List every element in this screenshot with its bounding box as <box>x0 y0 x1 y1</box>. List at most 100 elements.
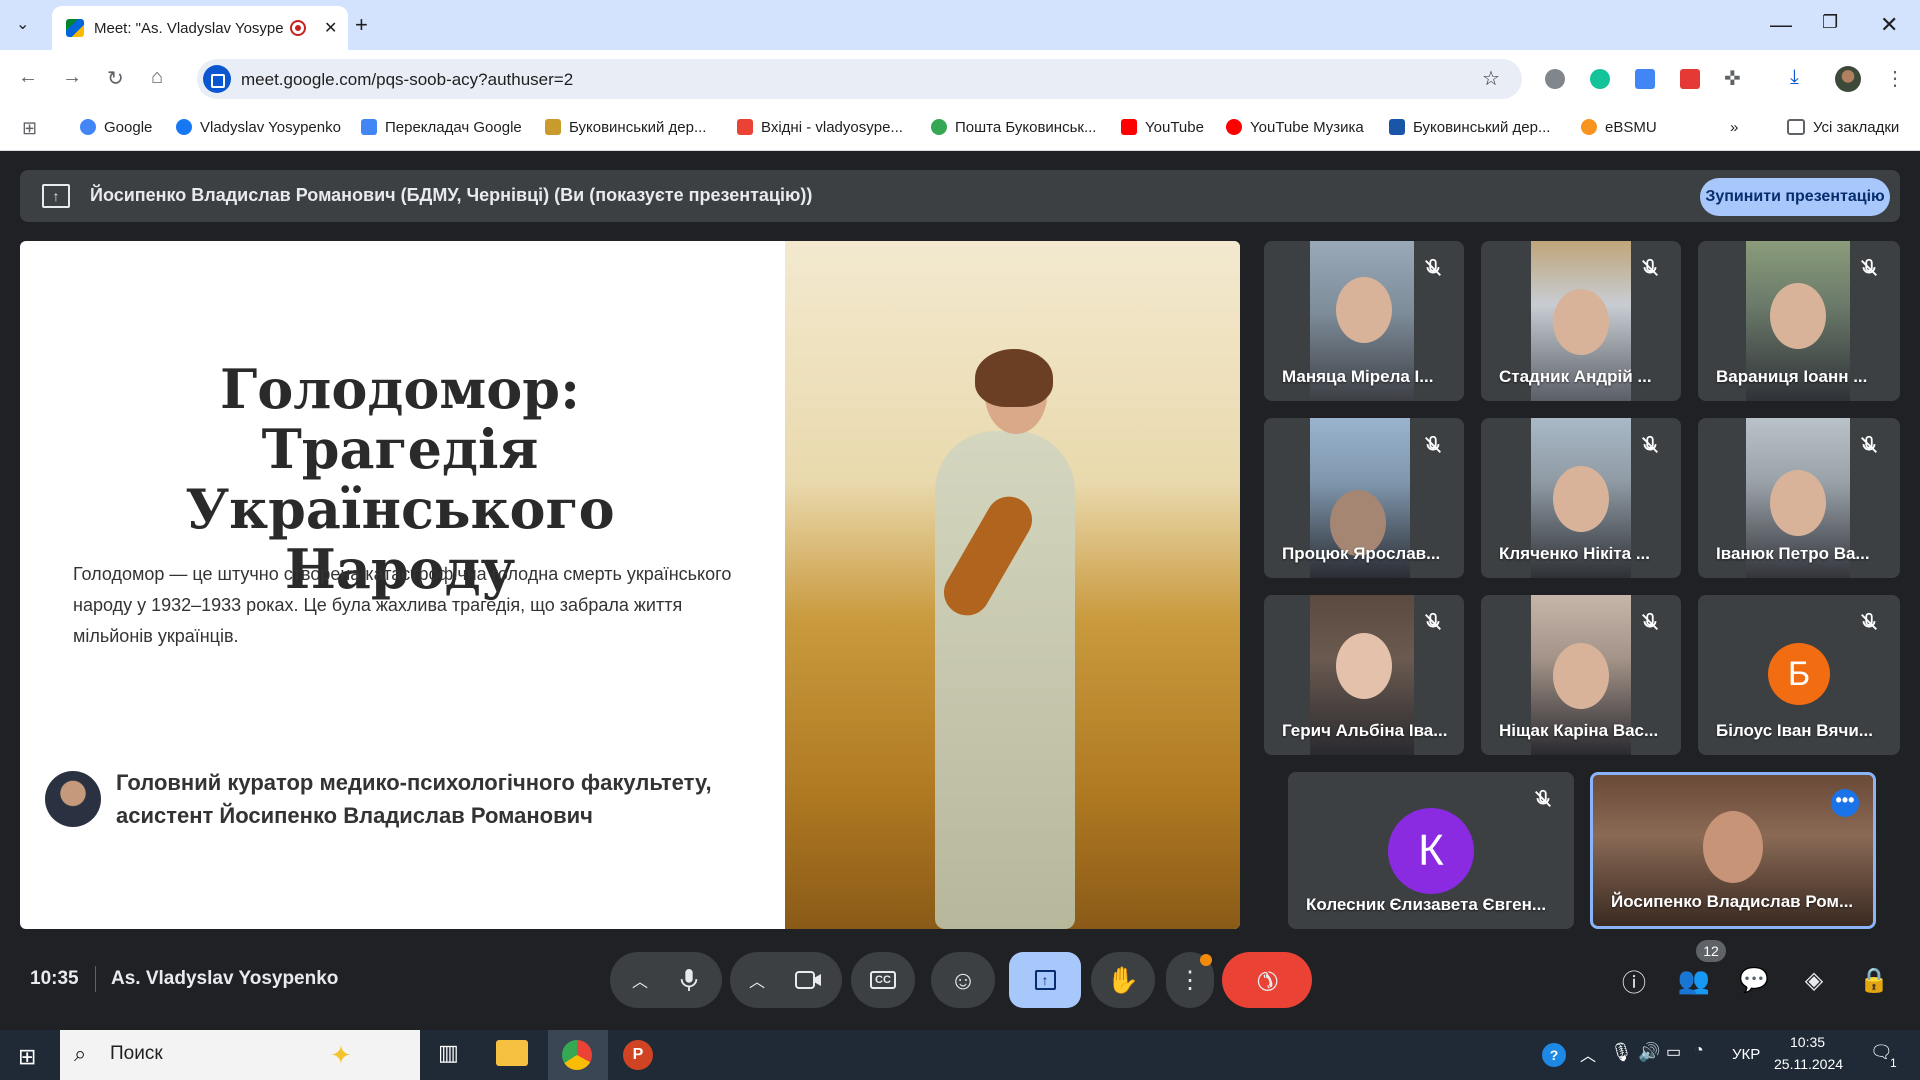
tray-chevron-icon[interactable]: ︿ <box>1580 1042 1596 1066</box>
meeting-time: 10:35 <box>30 968 79 989</box>
mic-off-icon <box>1861 435 1877 453</box>
more-options-icon[interactable]: ••• <box>1831 789 1859 817</box>
bookmark-google[interactable]: Google <box>80 116 152 138</box>
bookmark-gmail[interactable]: Вхідні - vladyosype... <box>737 116 903 138</box>
leave-call-button[interactable]: ✆ <box>1222 952 1312 1008</box>
home-icon[interactable]: ⌂ <box>151 66 163 89</box>
activities-icon[interactable]: ◈ <box>1796 962 1832 998</box>
participant-tile[interactable]: Вараниця Іоанн ... <box>1698 241 1900 401</box>
participant-tile[interactable]: Стадник Андрій ... <box>1481 241 1681 401</box>
participant-name: Йосипенко Владислав Ром... <box>1611 892 1854 911</box>
stop-presenting-button[interactable]: Зупинити презентацію <box>1700 178 1890 216</box>
mic-off-icon <box>1861 612 1877 630</box>
participant-name: Маняца Мірела І... <box>1282 367 1434 386</box>
bookmark-youtube-music[interactable]: YouTube Музика <box>1226 116 1364 138</box>
participant-tile[interactable]: Іванюк Петро Ва... <box>1698 418 1900 578</box>
task-view-icon[interactable]: ▥ <box>438 1040 459 1066</box>
bookmark-ebsmu[interactable]: eBSMU <box>1581 116 1657 138</box>
restore-icon[interactable]: ❐ <box>1822 12 1838 33</box>
site-info-icon[interactable] <box>203 65 231 93</box>
close-tab-icon[interactable]: ✕ <box>324 18 337 38</box>
pdf-extension-icon[interactable] <box>1680 69 1700 89</box>
camera-control[interactable]: ︿ <box>730 952 842 1008</box>
tab-search-icon[interactable]: ⌄ <box>16 14 29 34</box>
chat-icon[interactable]: 💬 <box>1736 962 1772 998</box>
bookmark-facebook[interactable]: Vladyslav Yosypenko <box>176 116 341 138</box>
bookmark-star-icon[interactable]: ☆ <box>1482 66 1500 91</box>
participant-tile[interactable]: Б Білоус Іван Вячи... <box>1698 595 1900 755</box>
search-icon: ⌕ <box>74 1041 87 1066</box>
apps-icon[interactable]: ⊞ <box>22 118 37 139</box>
raise-hand-button[interactable]: ✋ <box>1091 952 1155 1008</box>
chevron-up-icon[interactable]: ︿ <box>749 968 765 992</box>
profile-avatar[interactable] <box>1835 66 1861 92</box>
browser-tab[interactable]: Meet: "As. Vladyslav Yosype ✕ <box>52 6 348 50</box>
participant-tile[interactable]: К Колесник Єлизавета Євген... <box>1288 772 1574 929</box>
bookmark-mail[interactable]: Пошта Буковинськ... <box>931 116 1096 138</box>
participant-name: Білоус Іван Вячи... <box>1716 721 1873 740</box>
meeting-name: As. Vladyslav Yosypenko <box>111 968 339 989</box>
volume-icon[interactable]: 🔊 <box>1638 1042 1660 1063</box>
tray-clock[interactable]: 10:35 <box>1790 1034 1825 1050</box>
participant-name: Колесник Єлизавета Євген... <box>1306 895 1547 914</box>
participant-tile[interactable]: Кляченко Нікіта ... <box>1481 418 1681 578</box>
tray-mic-icon[interactable]: 🎙 <box>1610 1042 1633 1063</box>
url-text[interactable]: meet.google.com/pqs-soob-acy?authuser=2 <box>241 70 573 90</box>
vpn-extension-icon[interactable] <box>1545 69 1565 89</box>
more-options-button[interactable]: ⋮ <box>1166 952 1214 1008</box>
mic-off-icon <box>1861 258 1877 276</box>
powerpoint-icon[interactable]: P <box>623 1040 653 1070</box>
meeting-info-icon[interactable]: ⓘ <box>1616 962 1652 998</box>
all-bookmarks[interactable]: Усі закладки <box>1787 116 1899 138</box>
captions-button[interactable]: CC <box>851 952 915 1008</box>
battery-icon[interactable]: ▭ <box>1666 1042 1681 1062</box>
participant-face <box>1336 633 1392 699</box>
file-explorer-icon[interactable] <box>496 1040 528 1066</box>
more-bookmarks-icon[interactable]: » <box>1730 116 1738 138</box>
language-indicator[interactable]: УКР <box>1732 1046 1760 1063</box>
close-window-icon[interactable]: ✕ <box>1880 12 1898 38</box>
people-icon[interactable]: 👥 <box>1676 962 1712 998</box>
microphone-control[interactable]: ︿ <box>610 952 722 1008</box>
self-participant-tile[interactable]: ••• Йосипенко Владислав Ром... <box>1590 772 1876 929</box>
facebook-icon <box>176 119 192 135</box>
grammarly-extension-icon[interactable] <box>1590 69 1610 89</box>
extensions-icon[interactable]: ✜ <box>1724 66 1741 91</box>
present-icon: ↑ <box>42 184 70 208</box>
participant-tile[interactable]: Процюк Ярослав... <box>1264 418 1464 578</box>
mic-off-icon <box>1425 612 1441 630</box>
reload-icon[interactable]: ↻ <box>107 66 124 91</box>
slide-author: Головний куратор медико-психологічного ф… <box>116 770 712 828</box>
woman-hair <box>975 349 1053 407</box>
present-button[interactable]: ↑ <box>1009 952 1081 1008</box>
bookmark-youtube[interactable]: YouTube <box>1121 116 1204 138</box>
reactions-button[interactable]: ☺ <box>931 952 995 1008</box>
wifi-icon[interactable]: ◔ <box>1694 1042 1704 1060</box>
participant-tile[interactable]: Маняца Мірела І... <box>1264 241 1464 401</box>
bookmark-translate[interactable]: Перекладач Google <box>361 116 522 138</box>
participant-tile[interactable]: Ніщак Каріна Вас... <box>1481 595 1681 755</box>
host-controls-icon[interactable]: 🔒 <box>1856 962 1892 998</box>
university-icon <box>545 119 561 135</box>
participant-face <box>1553 643 1609 709</box>
google-icon <box>931 119 947 135</box>
chevron-up-icon[interactable]: ︿ <box>632 968 648 992</box>
download-icon[interactable]: ⤓ <box>1790 66 1799 89</box>
google-icon <box>80 119 96 135</box>
youtube-music-icon <box>1226 119 1242 135</box>
notification-dot <box>1200 954 1212 966</box>
participant-tile[interactable]: Герич Альбіна Іва... <box>1264 595 1464 755</box>
minimize-icon[interactable]: — <box>1770 12 1792 38</box>
participant-name: Вараниця Іоанн ... <box>1716 367 1868 386</box>
translate-extension-icon[interactable] <box>1635 69 1655 89</box>
back-icon[interactable]: ← <box>18 66 38 89</box>
participant-face <box>1770 470 1826 536</box>
forward-icon[interactable]: → <box>62 66 82 89</box>
bookmark-university-2[interactable]: Буковинський дер... <box>1389 116 1550 138</box>
help-icon[interactable]: ? <box>1542 1043 1566 1067</box>
menu-icon[interactable]: ⋮ <box>1885 66 1905 91</box>
tray-date[interactable]: 25.11.2024 <box>1774 1056 1843 1072</box>
windows-start-icon[interactable]: ⊞ <box>18 1044 36 1070</box>
bookmark-university-1[interactable]: Буковинський дер... <box>545 116 706 138</box>
new-tab-icon[interactable]: + <box>355 12 368 38</box>
